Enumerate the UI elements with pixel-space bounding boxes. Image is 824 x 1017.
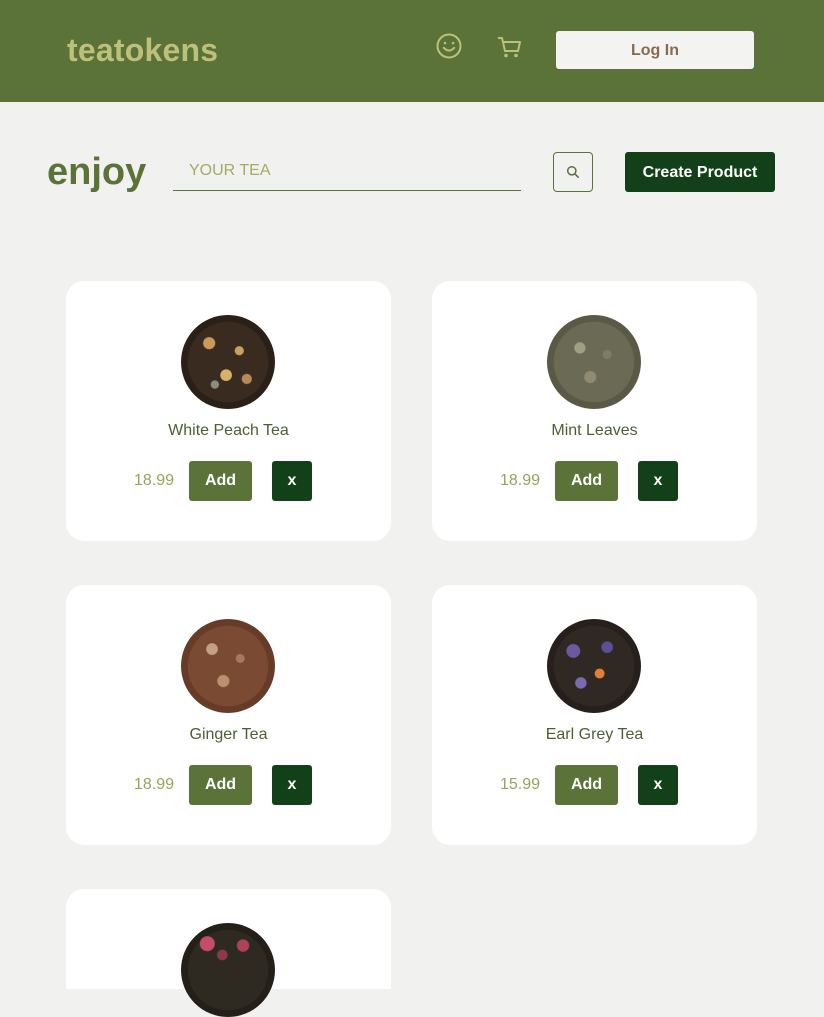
product-card xyxy=(66,889,391,1017)
product-image xyxy=(181,619,275,713)
product-price: 15.99 xyxy=(499,776,541,793)
product-image xyxy=(547,619,641,713)
site-header: teatokens Log In xyxy=(0,0,824,102)
product-image xyxy=(181,315,275,409)
add-button[interactable]: Add xyxy=(555,765,618,805)
product-name: Ginger Tea xyxy=(189,726,268,743)
create-product-button[interactable]: Create Product xyxy=(625,152,775,192)
add-button[interactable]: Add xyxy=(189,461,252,501)
product-name: White Peach Tea xyxy=(168,422,289,439)
cart-icon xyxy=(498,37,521,58)
product-price: 18.99 xyxy=(499,472,541,489)
remove-button[interactable]: x xyxy=(638,461,678,501)
search-input[interactable] xyxy=(173,151,521,191)
remove-button[interactable]: x xyxy=(272,765,312,805)
product-card: Ginger Tea 18.99 Add x xyxy=(66,585,391,845)
cart-button[interactable] xyxy=(494,32,524,62)
smile-icon xyxy=(436,33,462,59)
product-name: Mint Leaves xyxy=(551,422,638,439)
add-button[interactable]: Add xyxy=(189,765,252,805)
page-heading: enjoy xyxy=(47,151,147,193)
product-card: Mint Leaves 18.99 Add x xyxy=(432,281,757,541)
remove-button[interactable]: x xyxy=(638,765,678,805)
product-image xyxy=(547,315,641,409)
search-icon xyxy=(566,165,579,178)
product-card: White Peach Tea 18.99 Add x xyxy=(66,281,391,541)
add-button[interactable]: Add xyxy=(555,461,618,501)
login-button[interactable]: Log In xyxy=(556,31,754,69)
search-button[interactable] xyxy=(553,152,593,192)
product-price: 18.99 xyxy=(133,776,175,793)
site-logo[interactable]: teatokens xyxy=(67,31,218,69)
product-card: Earl Grey Tea 15.99 Add x xyxy=(432,585,757,845)
product-price: 18.99 xyxy=(133,472,175,489)
remove-button[interactable]: x xyxy=(272,461,312,501)
product-name: Earl Grey Tea xyxy=(545,726,644,743)
product-image xyxy=(181,923,275,1017)
profile-button[interactable] xyxy=(434,31,464,61)
